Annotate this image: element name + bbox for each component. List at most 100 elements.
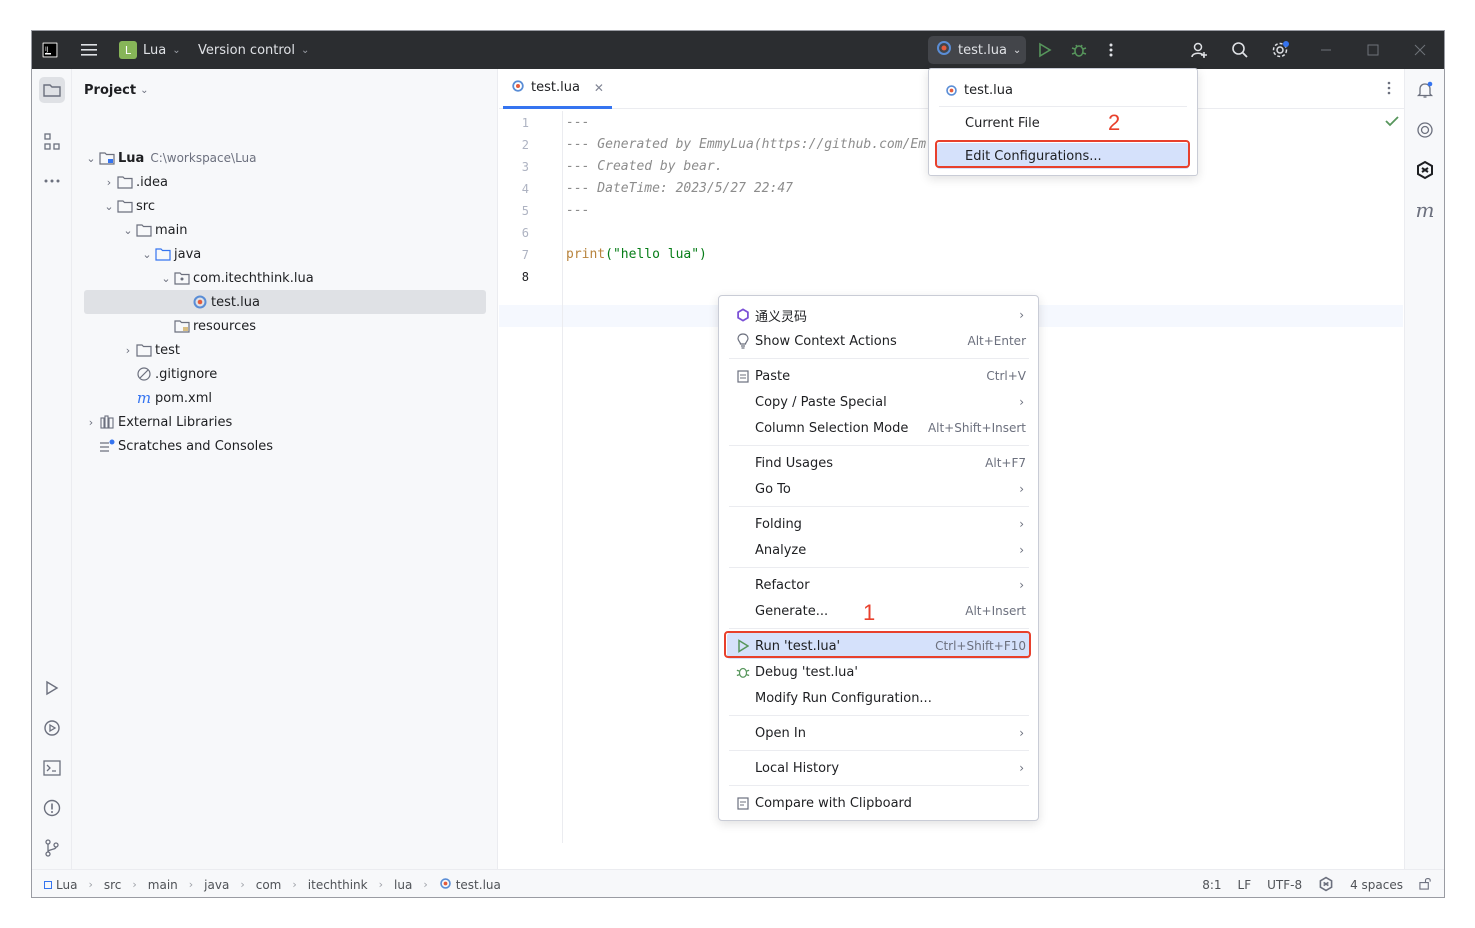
tree-item-label: main [155, 222, 188, 238]
code-line[interactable]: --- [566, 200, 589, 222]
search-icon[interactable] [1231, 31, 1249, 69]
breadcrumb-item[interactable]: com [256, 878, 282, 892]
vcs-menu[interactable]: Version control ⌄ [198, 31, 309, 69]
settings-gear-icon[interactable] [1270, 31, 1290, 69]
line-number: 2 [521, 138, 529, 152]
more-vertical-icon[interactable] [1109, 31, 1113, 69]
notifications-bell-icon[interactable] [1412, 77, 1438, 103]
menu-item-generate[interactable]: Generate... Alt+Insert [727, 598, 1030, 624]
run-config-label: test.lua [958, 42, 1007, 58]
tree-item-pom[interactable]: m pom.xml [84, 386, 486, 410]
ai-assistant-icon[interactable] [1412, 117, 1438, 143]
tree-item-test[interactable]: › test [84, 338, 486, 362]
step-1-annotation: 1 [863, 600, 876, 625]
tree-item-resources[interactable]: resources [84, 314, 486, 338]
breadcrumb-item[interactable]: itechthink [308, 878, 368, 892]
caret-position[interactable]: 8:1 [1202, 878, 1221, 892]
breadcrumb-item[interactable]: Lua [56, 878, 77, 892]
lock-icon[interactable] [1419, 877, 1432, 893]
debug-icon[interactable] [1071, 31, 1087, 69]
tree-item-java[interactable]: ⌄ java [84, 242, 486, 266]
project-switcher[interactable]: L Lua ⌄ [119, 31, 181, 69]
menu-item-icon-slot [733, 690, 753, 706]
menu-item-refactor[interactable]: Refactor › [727, 572, 1030, 598]
minimize-icon[interactable] [1320, 31, 1332, 69]
code-line[interactable]: --- Generated by EmmyLua(https://github.… [566, 134, 926, 156]
menu-item-paste[interactable]: Paste Ctrl+V [727, 363, 1030, 389]
menu-item-go-to[interactable]: Go To › [727, 476, 1030, 502]
tree-item-test-lua[interactable]: test.lua [84, 290, 486, 314]
code-function-name: print [566, 247, 606, 262]
add-user-icon[interactable] [1190, 31, 1208, 69]
run-config-selector[interactable]: test.lua ⌄ [928, 36, 1026, 64]
tree-item-src[interactable]: ⌄ src [84, 194, 486, 218]
close-icon[interactable] [1414, 31, 1426, 69]
project-folder-icon[interactable] [39, 77, 65, 103]
menu-item-label: Show Context Actions [755, 333, 897, 349]
tree-item-package[interactable]: ⌄ com.itechthink.lua [84, 266, 486, 290]
run-icon[interactable] [1038, 31, 1052, 69]
popup-separator [939, 106, 1187, 107]
tree-item-lua-root[interactable]: ⌄ Lua C:\workspace\Lua [84, 146, 486, 170]
tree-item-path: C:\workspace\Lua [150, 151, 257, 165]
run-tool-icon[interactable] [39, 675, 65, 701]
menu-item-analyze[interactable]: Analyze › [727, 537, 1030, 563]
line-separator[interactable]: LF [1238, 878, 1252, 892]
menu-item-compare-clipboard[interactable]: Compare with Clipboard [727, 790, 1030, 816]
menu-item-copy-paste-special[interactable]: Copy / Paste Special › [727, 389, 1030, 415]
code-line[interactable]: --- Created by bear. [566, 156, 723, 178]
tongyi-icon[interactable] [1318, 876, 1334, 895]
tree-item-gitignore[interactable]: .gitignore [84, 362, 486, 386]
tab-test-lua[interactable]: test.lua ✕ [503, 69, 612, 109]
resources-folder-icon [173, 318, 191, 334]
tree-item-idea[interactable]: › .idea [84, 170, 486, 194]
tree-item-label: External Libraries [118, 414, 233, 430]
close-tab-icon[interactable]: ✕ [594, 81, 604, 95]
tongyi-icon[interactable] [1412, 157, 1438, 183]
menu-item-folding[interactable]: Folding › [727, 511, 1030, 537]
menu-item-modify-run-config[interactable]: Modify Run Configuration... [727, 685, 1030, 711]
intellij-logo-icon[interactable]: IJ [42, 31, 58, 69]
breadcrumb-item[interactable]: java [204, 878, 229, 892]
chevron-down-icon: ⌄ [1012, 44, 1022, 56]
highlight-box-step1 [724, 631, 1031, 658]
services-icon[interactable] [39, 715, 65, 741]
menu-item-icon-slot [733, 516, 753, 532]
tree-item-scratches[interactable]: Scratches and Consoles [84, 434, 486, 458]
breadcrumb-item[interactable]: main [148, 878, 178, 892]
terminal-icon[interactable] [39, 755, 65, 781]
structure-icon[interactable] [39, 129, 65, 155]
tree-item-main[interactable]: ⌄ main [84, 218, 486, 242]
code-line[interactable]: --- [566, 112, 589, 134]
breadcrumb-item[interactable]: test.lua [456, 878, 501, 892]
project-panel-header[interactable]: Project ⌄ [84, 83, 148, 98]
tree-item-external-libraries[interactable]: › External Libraries [84, 410, 486, 434]
clipboard-icon [733, 368, 753, 384]
git-branch-icon[interactable] [39, 835, 65, 861]
menu-item-show-context-actions[interactable]: Show Context Actions Alt+Enter [727, 328, 1030, 354]
run-config-item-current-file[interactable]: Current File [937, 110, 1189, 136]
indent-setting[interactable]: 4 spaces [1350, 878, 1403, 892]
hamburger-menu-icon[interactable] [81, 31, 97, 69]
menu-item-local-history[interactable]: Local History › [727, 755, 1030, 781]
breadcrumb-item[interactable]: src [104, 878, 122, 892]
more-vertical-icon[interactable] [1387, 81, 1391, 99]
tab-label: test.lua [531, 80, 580, 95]
code-line[interactable]: --- DateTime: 2023/5/27 22:47 [566, 178, 793, 200]
menu-item-column-selection[interactable]: Column Selection Mode Alt+Shift+Insert [727, 415, 1030, 441]
run-config-item-test-lua[interactable]: test.lua [937, 77, 1189, 103]
maximize-icon[interactable] [1367, 31, 1379, 69]
breadcrumb-item[interactable]: lua [394, 878, 412, 892]
menu-item-debug[interactable]: Debug 'test.lua' [727, 659, 1030, 685]
more-horizontal-icon[interactable] [39, 168, 65, 194]
problems-icon[interactable] [39, 795, 65, 821]
chevron-down-icon: ⌄ [142, 247, 152, 261]
project-badge: L [119, 41, 137, 59]
menu-item-tongyi[interactable]: 通义灵码 › [727, 302, 1030, 328]
chevron-right-icon: › [1019, 308, 1024, 322]
code-line[interactable]: print("hello lua") [566, 244, 707, 266]
maven-icon[interactable]: m [1412, 197, 1438, 223]
menu-item-find-usages[interactable]: Find Usages Alt+F7 [727, 450, 1030, 476]
file-encoding[interactable]: UTF-8 [1267, 878, 1302, 892]
menu-item-open-in[interactable]: Open In › [727, 720, 1030, 746]
